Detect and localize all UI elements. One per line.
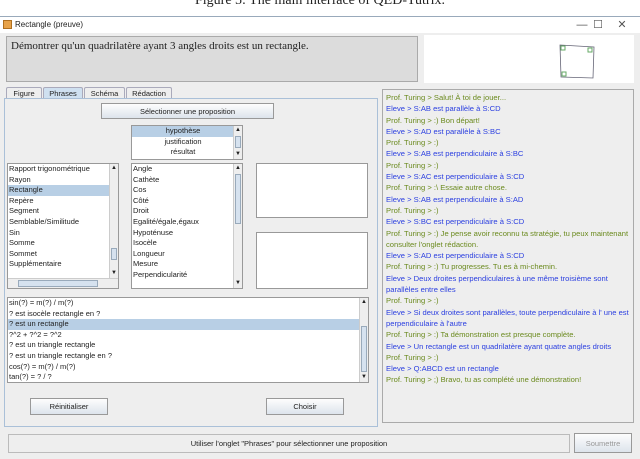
student-message: Eleve > Q:ABCD est un rectangle [386, 364, 499, 374]
concept-item[interactable]: Segment [8, 206, 118, 217]
proposition-item[interactable]: sin(?) = m(?) / m(?) [8, 298, 368, 309]
tutor-message: Prof. Turing > :) Bon départ! [386, 115, 480, 125]
concept-item[interactable]: Sin [8, 228, 118, 239]
tutor-message: Prof. Turing > :) [386, 205, 439, 215]
figure-thumbnail[interactable] [424, 35, 634, 83]
term-item[interactable]: Longueur [132, 249, 242, 260]
tutor-message: Prof. Turing > :) Tu progresses. Tu es à… [386, 262, 558, 272]
selection-box-1[interactable] [256, 163, 368, 218]
term-item[interactable]: Cathète [132, 175, 242, 186]
phrases-panel: Sélectionner une proposition hypothèse j… [4, 98, 378, 427]
tutor-message: Prof. Turing > :\ Essaie autre chose. [386, 183, 507, 193]
student-message: Eleve > S:AD est perpendiculaire à S:CD [386, 251, 525, 261]
proposition-item[interactable]: ? est un rectangle [8, 319, 368, 330]
concept-item[interactable]: Repère [8, 196, 118, 207]
window-title: Rectangle (preuve) [15, 20, 84, 29]
concept-item[interactable]: Sommet [8, 249, 118, 260]
concept-item[interactable]: Supplémentaire [8, 259, 118, 270]
proposition-item[interactable]: tan(?) = ? / ? [8, 372, 368, 382]
proposition-item[interactable]: cos(?) = m(?) / m(?) [8, 362, 368, 373]
reset-button[interactable]: Réinitialiser [30, 398, 108, 415]
category-item[interactable]: hypothèse [132, 126, 242, 137]
proposition-list[interactable]: sin(?) = m(?) / m(?)? est isocèle rectan… [7, 297, 369, 383]
selection-box-2[interactable] [256, 232, 368, 289]
term-item[interactable]: Isocèle [132, 238, 242, 249]
rectangle-figure-icon [559, 44, 595, 79]
category-item[interactable]: résultat [132, 147, 242, 158]
student-message: Eleve > S:AB est parallèle à S:CD [386, 104, 501, 114]
student-message: Eleve > S:AB est perpendiculaire à S:AD [386, 194, 524, 204]
category-item[interactable]: justification [132, 137, 242, 148]
proposition-item[interactable]: ? est isocèle rectangle en ? [8, 309, 368, 320]
student-message: Eleve > Deux droites perpendiculaires à … [386, 273, 608, 295]
tutor-chat-log: Prof. Turing > Salut! À toi de jouer... E… [382, 89, 634, 423]
concept-item[interactable]: Rayon [8, 175, 118, 186]
tutor-message: Prof. Turing > :) [386, 138, 439, 148]
app-window: Rectangle (preuve) — ☐ ✕ Démontrer qu'un… [0, 16, 640, 459]
proposition-item[interactable]: ? est un triangle rectangle [8, 340, 368, 351]
tutor-message: Prof. Turing > :) Je pense avoir reconnu… [386, 228, 629, 249]
term-item[interactable]: Egalité/égale,égaux [132, 217, 242, 228]
concept-item[interactable]: Somme [8, 238, 118, 249]
student-message: Eleve > Si deux droites sont parallèles,… [386, 307, 629, 328]
figure-caption: Figure 5: The main interface of QED-Tutr… [194, 0, 445, 8]
proposition-item[interactable]: ?^2 + ?^2 = ?^2 [8, 330, 368, 341]
student-message: Eleve > S:AB est perpendiculaire à S:BC [386, 149, 524, 159]
term-item[interactable]: Droit [132, 206, 242, 217]
scrollbar[interactable]: ▲ ▼ [109, 164, 118, 278]
tutor-message: Prof. Turing > :) [386, 160, 439, 170]
term-item[interactable]: Angle [132, 164, 242, 175]
scrollbar[interactable]: ▲ ▼ [233, 126, 242, 159]
term-item[interactable]: Côté [132, 196, 242, 207]
problem-statement: Démontrer qu'un quadrilatère ayant 3 ang… [6, 36, 418, 82]
tutor-message: Prof. Turing > Salut! À toi de jouer... [386, 93, 507, 102]
concept-item[interactable]: Rapport trigonométrique [8, 164, 118, 175]
term-item[interactable]: Hypoténuse [132, 228, 242, 239]
java-app-icon [3, 20, 12, 29]
horizontal-scrollbar[interactable] [8, 278, 118, 288]
term-list[interactable]: Angle Cathète Cos Côté Droit Egalité/égale,ég… [131, 163, 243, 289]
term-item[interactable]: Cos [132, 185, 242, 196]
close-button[interactable]: ✕ [612, 17, 632, 33]
select-proposition-button[interactable]: Sélectionner une proposition [101, 103, 274, 119]
scrollbar[interactable]: ▲ ▼ [233, 164, 242, 288]
concept-item[interactable]: Rectangle [8, 185, 118, 196]
choose-button[interactable]: Choisir [266, 398, 344, 415]
student-message: Eleve > S:AD est parallèle à S:BC [386, 126, 501, 136]
term-item[interactable]: Perpendicularité [132, 270, 242, 281]
tutor-message: Prof. Turing > :) Ta démonstration est p… [386, 330, 576, 340]
student-message: Eleve > Un rectangle est un quadrilatère… [386, 341, 612, 351]
submit-button[interactable]: Soumettre [574, 433, 632, 453]
student-message: Eleve > S:AC est perpendiculaire à S:CD [386, 172, 525, 182]
tutor-message: Prof. Turing > :) [386, 352, 439, 362]
student-message: Eleve > S:BC est perpendiculaire à S:CD [386, 217, 525, 227]
tutor-message: Prof. Turing > :) [386, 296, 439, 306]
category-list[interactable]: hypothèse justification résultat ▲ ▼ [131, 125, 243, 160]
maximize-button[interactable]: ☐ [588, 17, 608, 33]
status-field: Utiliser l'onglet "Phrases" pour sélecti… [8, 434, 570, 453]
proposition-item[interactable]: ? est un triangle rectangle en ? [8, 351, 368, 362]
scrollbar[interactable]: ▲ ▼ [359, 298, 368, 382]
tutor-message: Prof. Turing > ;) Bravo, tu as complété … [386, 375, 582, 385]
concept-list[interactable]: Rapport trigonométrique Rayon Rectangle Rep… [7, 163, 119, 289]
concept-item[interactable]: Semblable/Similitude [8, 217, 118, 228]
term-item[interactable]: Mesure [132, 259, 242, 270]
title-bar: Rectangle (preuve) — ☐ ✕ [0, 17, 640, 33]
